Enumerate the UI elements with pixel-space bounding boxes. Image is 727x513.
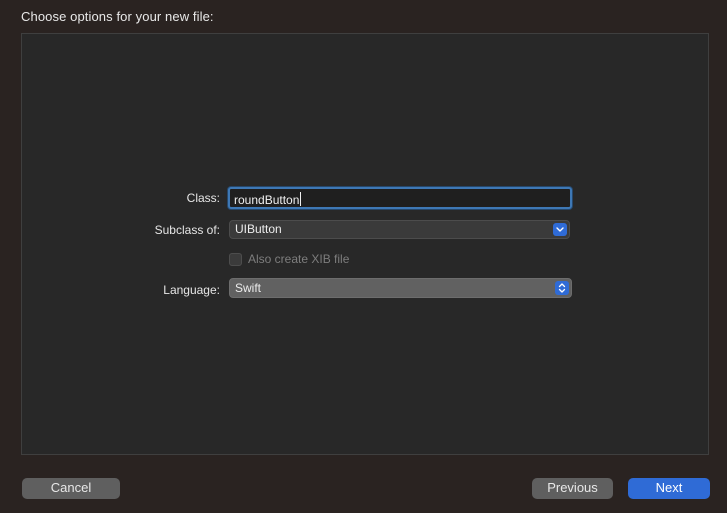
class-label: Class:: [186, 191, 220, 205]
xib-checkbox-label: Also create XIB file: [248, 252, 350, 266]
chevron-down-icon: [553, 223, 567, 236]
subclass-value: UIButton: [235, 222, 282, 236]
language-label: Language:: [163, 283, 220, 297]
previous-button[interactable]: Previous: [532, 478, 613, 499]
xib-checkbox[interactable]: [229, 253, 242, 266]
class-name-value: roundButton: [234, 193, 300, 207]
chevron-up-down-icon: [555, 281, 569, 295]
cancel-button[interactable]: Cancel: [22, 478, 120, 499]
class-name-field[interactable]: roundButton: [228, 187, 572, 209]
options-panel: [21, 33, 709, 455]
next-button[interactable]: Next: [628, 478, 710, 499]
dialog-title: Choose options for your new file:: [21, 9, 214, 24]
subclass-popup[interactable]: UIButton: [229, 220, 570, 239]
language-popup[interactable]: Swift: [229, 278, 572, 298]
subclass-label: Subclass of:: [154, 223, 220, 237]
language-value: Swift: [235, 281, 262, 295]
text-caret: [300, 192, 302, 206]
